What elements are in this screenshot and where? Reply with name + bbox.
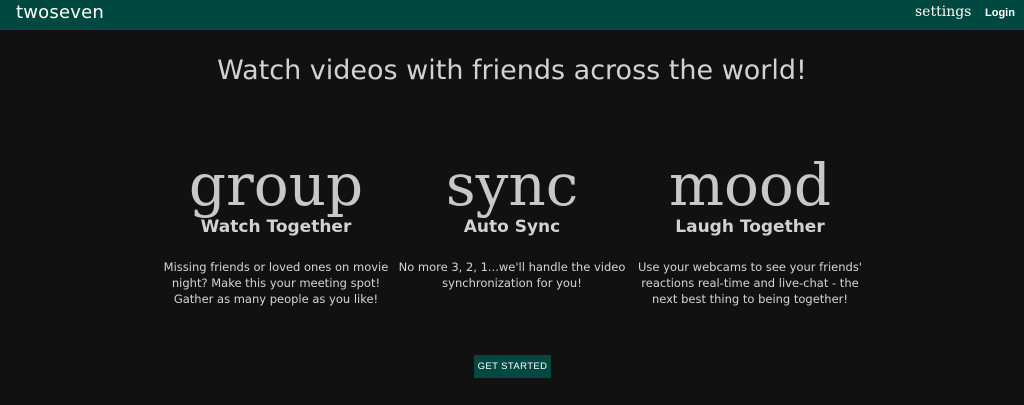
- feature-description: Missing friends or loved ones on movie n…: [163, 260, 389, 306]
- feature-title: Auto Sync: [463, 217, 561, 237]
- feature-sync: sync Auto Sync No more 3, 2, 1...we'll h…: [392, 150, 632, 291]
- top-navbar: twoseven settings Login: [0, 0, 1024, 30]
- brand-logo[interactable]: twoseven: [16, 2, 104, 23]
- feature-description: No more 3, 2, 1...we'll handle the video…: [398, 260, 626, 290]
- page-headline: Watch videos with friends across the wor…: [217, 55, 807, 86]
- get-started-button[interactable]: GET STARTED: [474, 355, 551, 378]
- feature-word: mood: [669, 151, 831, 219]
- feature-title: Watch Together: [200, 217, 352, 237]
- feature-group: group Watch Together Missing friends or …: [156, 150, 396, 307]
- feature-word: group: [188, 151, 364, 219]
- feature-description: Use your webcams to see your friends' re…: [638, 260, 862, 306]
- feature-title: Laugh Together: [675, 217, 825, 237]
- settings-link[interactable]: settings: [915, 4, 971, 20]
- feature-word: sync: [445, 151, 579, 219]
- feature-mood: mood Laugh Together Use your webcams to …: [630, 150, 870, 307]
- login-link[interactable]: Login: [985, 7, 1015, 19]
